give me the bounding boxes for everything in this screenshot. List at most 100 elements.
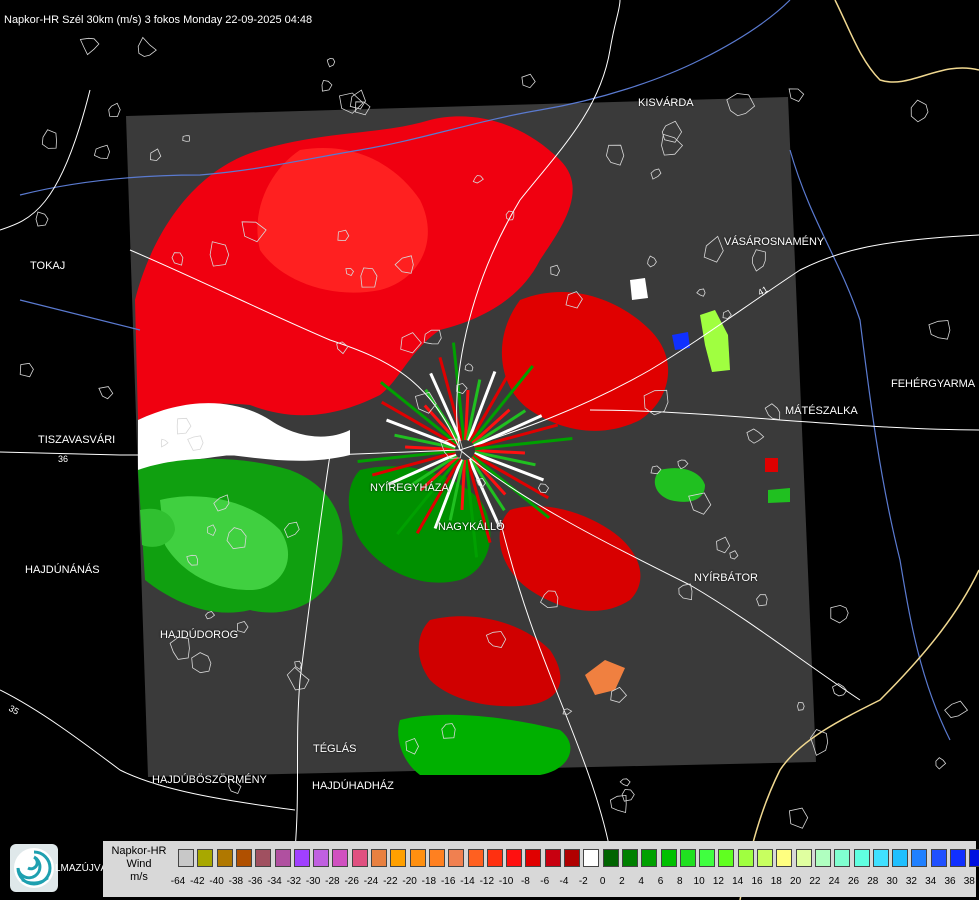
legend-tick-label: 16 [751, 876, 763, 887]
legend-swatch [332, 849, 349, 867]
legend-swatch [930, 849, 947, 867]
legend-tick-label: 24 [828, 876, 840, 887]
legend-swatch [544, 849, 561, 867]
legend-tick-label: 12 [712, 876, 724, 887]
legend-swatch [641, 849, 658, 867]
legend-tick-label: 28 [867, 876, 879, 887]
legend-tick-label: -20 [402, 876, 417, 887]
city-label-nyirbator: NYÍRBÁTOR [694, 572, 758, 584]
legend-label-line: m/s [130, 871, 148, 883]
legend-tick-label: -36 [247, 876, 263, 887]
radar-map: 36 41 35 Napkor-HR Szél 30km (m/s) 3 fok… [0, 0, 979, 900]
legend-swatch [235, 849, 252, 867]
legend-swatch [293, 849, 310, 867]
legend-swatch [371, 849, 387, 867]
legend-tick-label: 0 [599, 876, 606, 887]
legend-tick-label: 36 [944, 876, 956, 887]
legend-swatch [216, 849, 233, 867]
legend-tick-label: -16 [440, 876, 456, 887]
legend-tick-label: 8 [677, 876, 683, 887]
legend-tick-label: -64 [170, 876, 186, 887]
legend-tick-label: -18 [421, 876, 437, 887]
city-label-tokaj: TOKAJ [30, 260, 66, 272]
settlement-outline [35, 211, 49, 227]
legend-swatch [950, 849, 966, 867]
legend-swatch [255, 849, 272, 867]
legend-swatch [351, 849, 368, 867]
weather-service-swirl-icon [10, 844, 58, 892]
legend-label-line: Wind [126, 858, 152, 870]
city-label-hajduhadhaz: HAJDÚHADHÁZ [312, 780, 394, 792]
legend-swatch [467, 849, 484, 867]
legend-swatch [834, 849, 851, 867]
legend-swatch [911, 849, 928, 867]
legend-swatch [892, 849, 909, 867]
city-label-kisvarda: KISVÁRDA [638, 97, 694, 109]
city-label-fehergyarmat: FEHÉRGYARMA [891, 378, 976, 390]
legend-swatch [969, 849, 979, 867]
settlement-outline [93, 144, 111, 159]
legend-tick-label: -8 [520, 876, 530, 887]
legend-swatch [795, 849, 812, 867]
legend-swatch [602, 849, 619, 867]
legend-tick-label: 38 [963, 876, 975, 887]
settlement-outline [619, 778, 631, 787]
legend-swatch [776, 849, 793, 867]
legend-swatch [757, 849, 773, 867]
city-label-nyiregyhaza: NYÍREGYHÁZA [370, 482, 449, 494]
city-label-hajdunanas: HAJDÚNÁNÁS [25, 564, 100, 576]
river-tisza-2 [19, 299, 141, 331]
legend-label: Napkor-HR Wind m/s [103, 845, 175, 884]
legend-tick-label: 34 [925, 876, 937, 887]
legend-tick-label: 4 [638, 876, 644, 887]
city-label-hajdudorog: HAJDÚDOROG [160, 629, 239, 641]
legend-swatch [853, 849, 870, 867]
settlement-outline [321, 79, 333, 92]
legend-swatch [718, 849, 735, 867]
legend-swatch [178, 849, 194, 867]
legend-tick-label: 6 [657, 876, 664, 887]
legend-tick-label: -40 [209, 876, 224, 887]
city-label-nagykallo: NAGYKÁLLÓ [438, 521, 505, 533]
legend-swatch [506, 849, 523, 867]
settlement-outline [788, 807, 809, 829]
legend-tick-label: 14 [732, 876, 744, 887]
settlement-outline [108, 102, 121, 118]
legend-tick-label: 20 [790, 876, 802, 887]
settlement-outline [928, 320, 951, 340]
radar-title: Napkor-HR Szél 30km (m/s) 3 fokos Monday… [4, 14, 313, 26]
road-number-label: 35 [7, 703, 21, 717]
legend-swatch [448, 849, 465, 867]
legend-tick-label: -12 [479, 876, 495, 887]
legend-swatch [621, 849, 638, 867]
road-tokaj [0, 89, 91, 231]
legend-tick-label: 26 [847, 876, 860, 887]
settlement-outline [137, 36, 157, 57]
legend-tick-label: 18 [770, 876, 782, 887]
city-label-mateszalka: MÁTÉSZALKA [785, 405, 858, 417]
map-canvas: 36 41 35 [0, 0, 979, 900]
legend-swatch [197, 849, 214, 867]
settlement-outline [19, 362, 34, 378]
legend-tick-label: -4 [559, 876, 569, 887]
legend-label-line: Napkor-HR [111, 845, 167, 857]
legend-swatch [564, 849, 580, 867]
legend-tick-label: 10 [693, 876, 705, 887]
echo-white-ne [630, 278, 648, 300]
legend-swatch [525, 849, 542, 867]
legend-tick-label: -32 [286, 876, 302, 887]
legend-tick-label: 30 [886, 876, 898, 887]
legend-swatch [737, 849, 754, 867]
settlement-outline [830, 604, 849, 624]
legend-tick-label: -30 [305, 876, 321, 887]
settlement-outline [98, 386, 114, 400]
legend-tick-label: -10 [498, 876, 514, 887]
settlement-outline [521, 73, 536, 89]
settlement-outline [79, 37, 100, 56]
legend-swatch [274, 849, 291, 867]
settlement-outline [944, 700, 969, 718]
legend-tick-label: 22 [809, 876, 821, 887]
city-label-tiszavasvari: TISZAVASVÁRI [38, 434, 116, 446]
settlement-outline [788, 88, 805, 103]
settlement-outline [326, 58, 336, 68]
